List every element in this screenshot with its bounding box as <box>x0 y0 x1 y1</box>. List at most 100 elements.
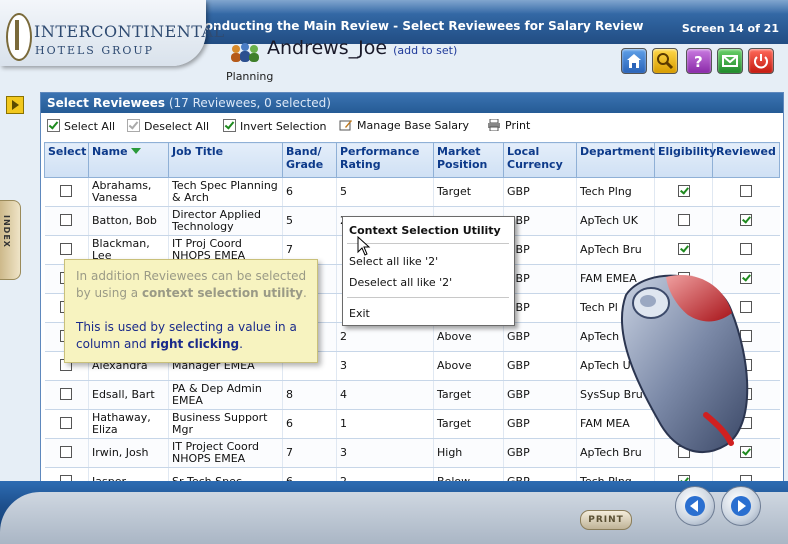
deselect-all-label: Deselect All <box>144 120 210 133</box>
exit-button[interactable] <box>748 48 774 74</box>
cell-eligibility <box>654 206 713 236</box>
printer-icon <box>488 118 500 132</box>
computer-mouse-icon <box>621 274 749 454</box>
arrow-right-icon <box>731 496 751 516</box>
search-button[interactable] <box>652 48 678 74</box>
reviewed-checkbox[interactable] <box>740 213 753 226</box>
col-select[interactable]: Select <box>44 142 89 178</box>
eligibility-checkbox[interactable] <box>677 213 690 226</box>
select-all-icon <box>47 119 60 132</box>
reviewed-checkbox[interactable] <box>740 242 753 255</box>
cell-select <box>44 380 89 410</box>
previous-screen-button[interactable] <box>675 486 715 526</box>
power-icon <box>754 54 768 69</box>
home-icon <box>627 54 641 68</box>
callout-text-1: In addition Reviewees can be selected by… <box>76 268 308 302</box>
invert-selection-icon <box>223 119 236 132</box>
callout-text-1c: . <box>303 286 307 300</box>
next-screen-button[interactable] <box>721 486 761 526</box>
cell-job-title: PA & Dep Admin EMEA <box>168 380 283 410</box>
index-tab[interactable]: INDEX <box>0 200 21 280</box>
cell-name: Irwin, Josh <box>88 438 169 468</box>
menu-divider <box>347 243 509 244</box>
home-button[interactable] <box>621 48 647 74</box>
deselect-all-button[interactable]: Deselect All <box>127 119 209 133</box>
cell-eligibility <box>654 235 713 265</box>
cell-department: ApTech UK <box>576 206 655 236</box>
cell-performance: 2 <box>336 322 434 352</box>
cell-performance: 3 <box>336 438 434 468</box>
cell-select <box>44 206 89 236</box>
col-reviewed[interactable]: Reviewed <box>712 142 780 178</box>
col-local-currency[interactable]: Local Currency <box>503 142 577 178</box>
play-arrow-icon <box>12 100 19 110</box>
question-icon: ? <box>694 53 703 70</box>
reviewed-checkbox[interactable] <box>740 184 753 197</box>
cell-select <box>44 177 89 207</box>
logo-text-line2: HOTELS GROUP <box>35 44 155 57</box>
select-checkbox[interactable] <box>60 242 73 255</box>
col-performance-rating[interactable]: Performance Rating <box>336 142 434 178</box>
select-checkbox[interactable] <box>60 213 73 226</box>
cell-job-title: Tech Spec Planning & Arch <box>168 177 283 207</box>
cell-reviewed <box>712 235 780 265</box>
reviewer-name-text: Andrews_Joe <box>267 37 388 59</box>
manage-base-salary-label: Manage Base Salary <box>357 119 470 132</box>
eligibility-checkbox[interactable] <box>677 184 690 197</box>
cell-band: 6 <box>282 177 337 207</box>
select-checkbox[interactable] <box>60 184 73 197</box>
logo-emblem-icon <box>6 13 32 61</box>
deselect-all-like-item[interactable]: Deselect all like '2' <box>349 276 452 289</box>
deselect-all-icon <box>127 119 140 132</box>
select-all-label: Select All <box>64 120 116 133</box>
callout-text-2c: . <box>239 337 243 351</box>
table-row[interactable]: Abrahams, Vanessa Tech Spec Planning & Ar… <box>44 177 780 207</box>
invert-selection-label: Invert Selection <box>240 120 327 133</box>
reviewee-count: (17 Reviewees, 0 selected) <box>168 96 331 110</box>
col-eligibility[interactable]: Eligibility <box>654 142 716 178</box>
cell-band: 6 <box>282 409 337 439</box>
select-checkbox[interactable] <box>60 445 73 458</box>
course-title: Conducting the Main Review - Select Revi… <box>196 19 644 33</box>
context-selection-menu: Context Selection Utility Select all lik… <box>342 216 515 326</box>
select-all-button[interactable]: Select All <box>47 119 115 133</box>
cell-market: Above <box>433 322 504 352</box>
col-name[interactable]: Name <box>88 142 169 178</box>
cell-job-title: IT Project Coord NHOPS EMEA <box>168 438 283 468</box>
add-to-set-link[interactable]: (add to set) <box>393 44 457 57</box>
col-band-grade[interactable]: Band/ Grade <box>282 142 337 178</box>
select-checkbox[interactable] <box>60 387 73 400</box>
arrow-left-icon <box>685 496 705 516</box>
cell-market: Above <box>433 351 504 381</box>
expand-arrow-button[interactable] <box>6 96 24 114</box>
index-tab-label: INDEX <box>2 215 11 248</box>
select-all-like-item[interactable]: Select all like '2' <box>349 255 438 268</box>
help-button[interactable]: ? <box>686 48 712 74</box>
col-department[interactable]: Department <box>576 142 655 178</box>
email-button[interactable] <box>717 48 743 74</box>
cell-performance: 3 <box>336 351 434 381</box>
col-market-position[interactable]: Market Position <box>433 142 504 178</box>
cell-performance: 4 <box>336 380 434 410</box>
print-button[interactable]: PRINT <box>580 510 632 530</box>
sort-down-icon <box>130 148 141 154</box>
cell-select <box>44 409 89 439</box>
manage-base-salary-button[interactable]: Manage Base Salary <box>339 119 469 132</box>
print-list-button[interactable]: Print <box>487 118 531 132</box>
cell-band: 8 <box>282 380 337 410</box>
footer-panel <box>0 492 788 544</box>
cell-currency: GBP <box>503 380 577 410</box>
instruction-callout: In addition Reviewees can be selected by… <box>64 259 318 363</box>
table-header-row: Select Name Job Title Band/ Grade Perfor… <box>44 142 780 178</box>
eligibility-checkbox[interactable] <box>677 242 690 255</box>
exit-menu-item[interactable]: Exit <box>349 307 370 320</box>
invert-selection-button[interactable]: Invert Selection <box>223 119 327 133</box>
cell-name: Edsall, Bart <box>88 380 169 410</box>
col-job-title[interactable]: Job Title <box>168 142 283 178</box>
select-checkbox[interactable] <box>60 416 73 429</box>
menu-divider <box>347 297 509 298</box>
print-list-label: Print <box>505 119 531 132</box>
context-menu-title: Context Selection Utility <box>349 224 501 237</box>
people-group-icon <box>231 43 259 62</box>
cell-currency: GBP <box>503 351 577 381</box>
